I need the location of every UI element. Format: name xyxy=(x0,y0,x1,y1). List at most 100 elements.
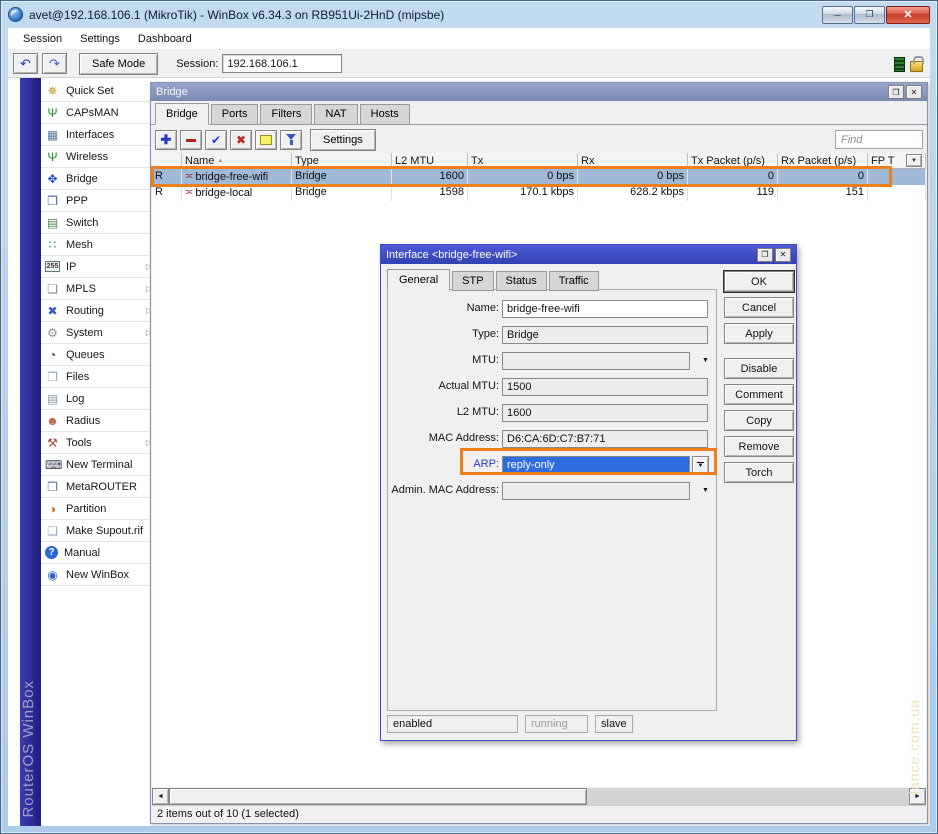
sidebar-item[interactable]: ❒ MetaROUTER ▷ xyxy=(41,476,155,498)
row-flag: R xyxy=(152,185,182,201)
dialog-tab[interactable]: STP xyxy=(452,271,493,291)
redo-icon[interactable]: ↷ xyxy=(42,53,67,74)
dialog-tab[interactable]: Traffic xyxy=(549,271,599,291)
dialog-tab[interactable]: General xyxy=(387,269,450,291)
remove-button[interactable]: ▬ xyxy=(180,130,202,150)
dialog-button[interactable]: Comment xyxy=(724,384,794,405)
dialog-titlebar[interactable]: Interface <bridge-free-wifi> ❐ ✕ xyxy=(381,245,796,264)
sidebar-item[interactable]: ⚙ System ▷ xyxy=(41,322,155,344)
sidebar-item[interactable]: ❏ Make Supout.rif ▷ xyxy=(41,520,155,542)
find-input[interactable] xyxy=(835,130,923,149)
close-icon[interactable]: ✕ xyxy=(775,248,791,262)
column-header-type[interactable]: Type xyxy=(292,153,392,168)
filter-button[interactable] xyxy=(280,130,302,150)
scrollbar-track[interactable] xyxy=(587,788,909,805)
table-row[interactable]: R ≍ bridge-free-wifi Bridge 1600 0 bps 0… xyxy=(152,169,926,185)
sidebar-item[interactable]: ◔ Queues ▷ xyxy=(41,344,155,366)
dialog-button[interactable]: Copy xyxy=(724,410,794,431)
sidebar-item-label: Interfaces xyxy=(66,129,114,141)
menu-item[interactable]: Session xyxy=(14,30,71,48)
sidebar-item[interactable]: ❏ MPLS ▷ xyxy=(41,278,155,300)
sidebar-item[interactable]: ☻ Radius ▷ xyxy=(41,410,155,432)
safe-mode-button[interactable]: Safe Mode xyxy=(79,53,158,75)
sidebar-item[interactable]: ? Manual ▷ xyxy=(41,542,155,564)
sidebar-item-icon: ✵ xyxy=(45,84,60,98)
admin-mac-field[interactable] xyxy=(502,482,690,500)
arp-combobox[interactable]: reply-only xyxy=(502,456,690,474)
sidebar-item[interactable]: ✖ Routing ▷ xyxy=(41,300,155,322)
bridge-window-controls: ❐ ✕ xyxy=(888,85,922,99)
dialog-button[interactable]: OK xyxy=(724,271,794,292)
name-row: Name: xyxy=(388,300,716,318)
column-header-rx[interactable]: Rx xyxy=(578,153,688,168)
actual-mtu-label: Actual MTU: xyxy=(388,380,499,392)
sidebar-item-label: CAPsMAN xyxy=(66,107,119,119)
scrollbar-thumb[interactable] xyxy=(169,788,587,805)
column-header-flag[interactable] xyxy=(152,153,182,168)
bridge-tab[interactable]: Bridge xyxy=(155,103,209,125)
table-row[interactable]: R ≍ bridge-local Bridge 1598 170.1 kbps … xyxy=(152,185,926,201)
scroll-right-icon[interactable]: ► xyxy=(909,788,926,805)
disable-button[interactable]: ✖ xyxy=(230,130,252,150)
dialog-button[interactable]: Cancel xyxy=(724,297,794,318)
undo-icon[interactable]: ↶ xyxy=(13,53,38,74)
column-select-button[interactable]: ▼ xyxy=(906,154,922,167)
sidebar-item-label: Quick Set xyxy=(66,85,114,97)
sidebar-item[interactable]: ⌨ New Terminal ▷ xyxy=(41,454,155,476)
sidebar-item[interactable]: ◉ New WinBox ▷ xyxy=(41,564,155,586)
dialog-button[interactable]: Remove xyxy=(724,436,794,457)
dropdown-icon[interactable]: ▼ xyxy=(702,487,709,494)
close-icon[interactable]: ✕ xyxy=(886,6,930,24)
sidebar-item[interactable]: ◑ Partition ▷ xyxy=(41,498,155,520)
add-button[interactable]: ✚ xyxy=(155,130,177,150)
sidebar-item[interactable]: ▤ Switch ▷ xyxy=(41,212,155,234)
sidebar-item[interactable]: ⚒ Tools ▷ xyxy=(41,432,155,454)
sidebar-item[interactable]: Ψ CAPsMAN ▷ xyxy=(41,102,155,124)
sidebar-item[interactable]: ∷ Mesh ▷ xyxy=(41,234,155,256)
dialog-status-row: enabledrunningslave xyxy=(387,715,633,733)
name-field[interactable] xyxy=(502,300,708,318)
dialog-button[interactable]: Apply xyxy=(724,323,794,344)
settings-button[interactable]: Settings xyxy=(310,129,376,151)
column-header-tx[interactable]: Tx xyxy=(468,153,578,168)
column-header-tx-packet[interactable]: Tx Packet (p/s) xyxy=(688,153,778,168)
sidebar-item[interactable]: ✥ Bridge ▷ xyxy=(41,168,155,190)
comment-button[interactable] xyxy=(255,130,277,150)
horizontal-scrollbar[interactable]: ◄ ► xyxy=(152,788,926,805)
mtu-field[interactable] xyxy=(502,352,690,370)
sidebar-item[interactable]: ❐ Files ▷ xyxy=(41,366,155,388)
close-icon[interactable]: ✕ xyxy=(906,85,922,99)
column-header-name[interactable]: Name ▲ xyxy=(182,153,292,168)
maximize-icon[interactable]: ❐ xyxy=(757,248,773,262)
status-box: running xyxy=(525,715,588,733)
dropdown-icon[interactable]: ▼ xyxy=(702,357,709,364)
maximize-icon[interactable]: ❐ xyxy=(854,6,885,24)
session-input[interactable] xyxy=(222,54,342,73)
column-header-l2mtu[interactable]: L2 MTU xyxy=(392,153,468,168)
sidebar-item-icon: ❏ xyxy=(45,282,60,296)
bridge-tab[interactable]: Filters xyxy=(260,104,312,125)
dropdown-icon: ▼ xyxy=(911,158,917,164)
column-header-fp[interactable]: FP T ▼ xyxy=(868,153,926,168)
dialog-tab[interactable]: Status xyxy=(496,271,547,291)
column-header-rx-packet[interactable]: Rx Packet (p/s) xyxy=(778,153,868,168)
arp-dropdown-button[interactable]: ▼ xyxy=(692,456,709,474)
menu-item[interactable]: Dashboard xyxy=(129,30,201,48)
sidebar-item[interactable]: ✵ Quick Set ▷ xyxy=(41,80,155,102)
sidebar-item[interactable]: ▤ Log ▷ xyxy=(41,388,155,410)
bridge-tab[interactable]: Hosts xyxy=(360,104,410,125)
scroll-left-icon[interactable]: ◄ xyxy=(152,788,169,805)
dialog-button[interactable]: Disable xyxy=(724,358,794,379)
bridge-window-titlebar[interactable]: Bridge ❐ ✕ xyxy=(151,83,927,101)
bridge-tab[interactable]: NAT xyxy=(314,104,357,125)
sidebar-item[interactable]: ▦ Interfaces ▷ xyxy=(41,124,155,146)
minimize-icon[interactable]: ─ xyxy=(822,6,853,24)
dialog-button[interactable]: Torch xyxy=(724,462,794,483)
bridge-tab[interactable]: Ports xyxy=(211,104,259,125)
sidebar-item[interactable]: 255 IP ▷ xyxy=(41,256,155,278)
sidebar-item[interactable]: ❒ PPP ▷ xyxy=(41,190,155,212)
enable-button[interactable]: ✔ xyxy=(205,130,227,150)
menu-item[interactable]: Settings xyxy=(71,30,129,48)
restore-icon[interactable]: ❐ xyxy=(888,85,904,99)
sidebar-item[interactable]: Ψ Wireless ▷ xyxy=(41,146,155,168)
